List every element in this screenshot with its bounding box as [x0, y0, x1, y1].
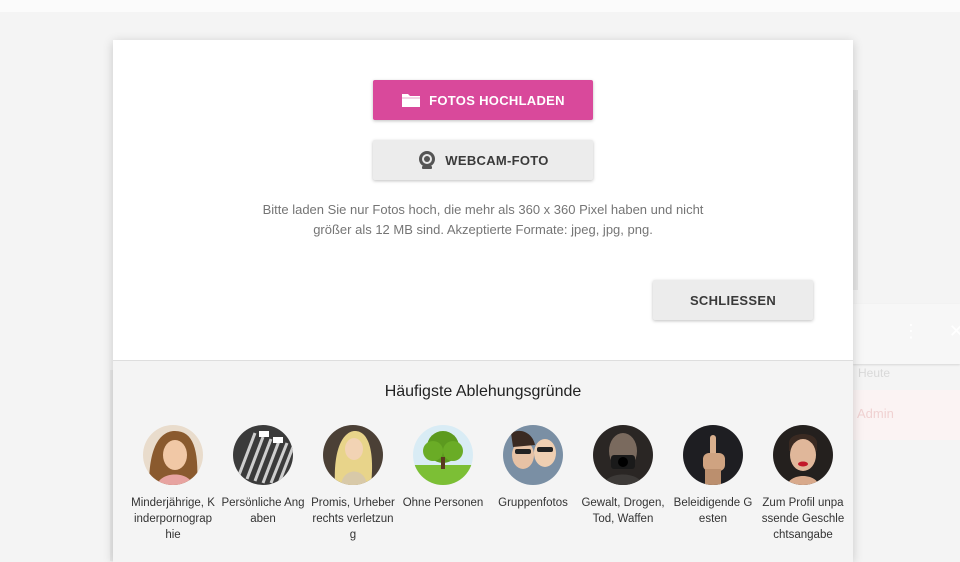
file-cards-photo — [233, 425, 293, 485]
reason-label: Gruppenfotos — [498, 497, 568, 509]
dialog-content: FOTOS HOCHLADEN WEBCAM-FOTO Bitte laden … — [113, 40, 853, 360]
upload-photos-label: FOTOS HOCHLADEN — [429, 92, 565, 108]
reason-no-persons: Ohne Personen — [398, 425, 488, 543]
reason-label: Promis, Urheberrechts verletzung — [311, 497, 395, 541]
background-header — [0, 0, 960, 12]
upload-photos-button[interactable]: FOTOS HOCHLADEN — [373, 80, 593, 120]
reason-label: Zum Profil unpassende Geschlechtsangabe — [761, 497, 845, 541]
background-card-right: ⋮ ✕ — [853, 304, 960, 364]
reason-group-photos: Gruppenfotos — [488, 425, 578, 543]
rejection-reasons-list: Minderjährige, Kinderpornographie Persön… — [128, 425, 848, 543]
more-vert-icon: ⋮ — [902, 321, 920, 341]
photo-upload-dialog: FOTOS HOCHLADEN WEBCAM-FOTO Bitte laden … — [113, 40, 853, 562]
reason-label: Beleidigende Gesten — [673, 497, 753, 525]
upload-hint: Bitte laden Sie nur Fotos hoch, die mehr… — [233, 200, 733, 240]
upload-hint-line2: größer als 12 MB sind. Akzeptierte Forma… — [313, 222, 653, 237]
upload-hint-line1: Bitte laden Sie nur Fotos hoch, die mehr… — [262, 202, 704, 217]
group-photo — [503, 425, 563, 485]
webcam-photo-button[interactable]: WEBCAM-FOTO — [373, 140, 593, 180]
profile-mismatch-photo — [773, 425, 833, 485]
webcam-icon — [417, 150, 437, 170]
reason-gender-mismatch: Zum Profil unpassende Geschlechtsangabe — [758, 425, 848, 543]
rejection-reasons-section: Häufigste Ablehungsgründe Minderjährige,… — [113, 360, 853, 562]
reason-label: Persönliche Angaben — [221, 497, 305, 525]
folder-icon — [401, 92, 421, 108]
gun-photo — [593, 425, 653, 485]
reason-minors: Minderjährige, Kinderpornographie — [128, 425, 218, 543]
reason-violence: Gewalt, Drogen, Tod, Waffen — [578, 425, 668, 543]
gesture-photo — [683, 425, 743, 485]
celebrity-photo — [323, 425, 383, 485]
rejection-reasons-title: Häufigste Ablehungsgründe — [384, 383, 582, 400]
reason-label: Minderjährige, Kinderpornographie — [131, 497, 215, 541]
reason-celebrities: Promis, Urheberrechts verletzung — [308, 425, 398, 543]
background-badge-label: Admin — [857, 406, 894, 421]
minor-girl-photo — [143, 425, 203, 485]
reason-label: Gewalt, Drogen, Tod, Waffen — [581, 497, 665, 525]
webcam-photo-label: WEBCAM-FOTO — [445, 152, 549, 168]
background-text: Heute — [858, 366, 891, 380]
reason-label: Ohne Personen — [402, 497, 484, 509]
reason-personal-info: Persönliche Angaben — [218, 425, 308, 543]
background-badge: Admin — [853, 390, 960, 440]
reason-offensive-gestures: Beleidigende Gesten — [668, 425, 758, 543]
close-icon: ✕ — [948, 321, 960, 341]
tree-photo — [413, 425, 473, 485]
close-button-label: SCHLIESSEN — [689, 292, 777, 308]
close-button[interactable]: SCHLIESSEN — [653, 280, 813, 320]
